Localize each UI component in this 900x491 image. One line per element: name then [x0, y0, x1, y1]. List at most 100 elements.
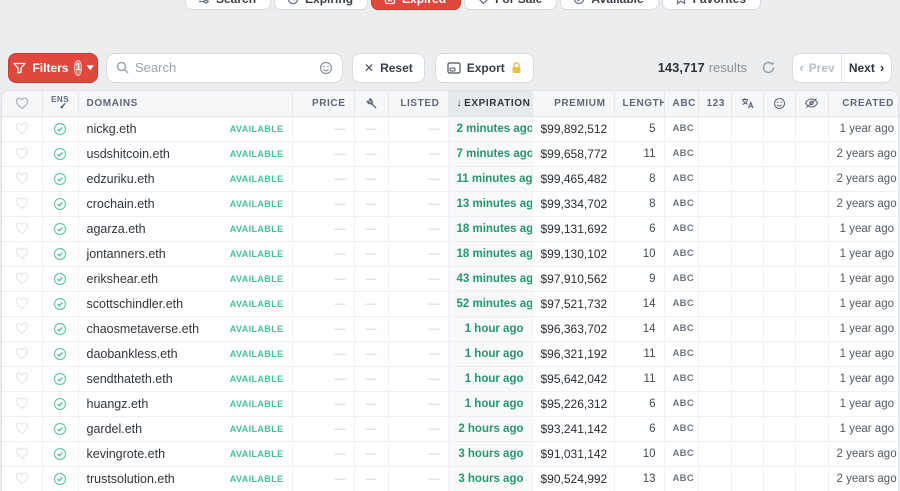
favorite-cell[interactable] [2, 141, 42, 166]
column-price[interactable]: PRICE [292, 91, 354, 116]
domain-cell[interactable]: agarza.eth AVAILABLE [78, 216, 292, 241]
tab-search[interactable]: Search [185, 0, 271, 10]
domain-cell[interactable]: nickg.eth AVAILABLE [78, 116, 292, 141]
column-abc[interactable]: ABC [664, 91, 698, 116]
table-row[interactable]: trustsolution.eth AVAILABLE — — — 3 hour… [2, 466, 899, 491]
domain-cell[interactable]: crochain.eth AVAILABLE [78, 191, 292, 216]
listed-cell: — [388, 466, 448, 491]
expiration-cell: 52 minutes ago [448, 291, 532, 316]
table-row[interactable]: erikshear.eth AVAILABLE — — — 43 minutes… [2, 266, 899, 291]
table-row[interactable]: chaosmetaverse.eth AVAILABLE — — — 1 hou… [2, 316, 899, 341]
domain-cell[interactable]: huangz.eth AVAILABLE [78, 391, 292, 416]
column-translate[interactable] [731, 91, 763, 116]
table-row[interactable]: usdshitcoin.eth AVAILABLE — — — 7 minute… [2, 141, 899, 166]
created-cell: 1 year ago [828, 391, 899, 416]
favorite-cell[interactable] [2, 341, 42, 366]
domain-name[interactable]: kevingrote.eth [87, 447, 166, 461]
table-row[interactable]: nickg.eth AVAILABLE — — — 2 minutes ago … [2, 116, 899, 141]
column-domains[interactable]: DOMAINS [78, 91, 292, 116]
favorite-cell[interactable] [2, 316, 42, 341]
favorite-cell[interactable] [2, 266, 42, 291]
favorite-cell[interactable] [2, 366, 42, 391]
domain-name[interactable]: huangz.eth [87, 397, 149, 411]
column-favorite[interactable] [2, 91, 42, 116]
domain-cell[interactable]: scottschindler.eth AVAILABLE [78, 291, 292, 316]
favorite-cell[interactable] [2, 216, 42, 241]
domain-cell[interactable]: jontanners.eth AVAILABLE [78, 241, 292, 266]
tab-available[interactable]: Available [560, 0, 658, 10]
tab-for-sale[interactable]: For Sale [464, 0, 557, 10]
domain-name[interactable]: usdshitcoin.eth [87, 147, 170, 161]
prev-button[interactable]: ‹ Prev [793, 54, 842, 82]
domain-name[interactable]: trustsolution.eth [87, 472, 175, 486]
domain-name[interactable]: erikshear.eth [87, 272, 159, 286]
table-row[interactable]: edzuriku.eth AVAILABLE — — — 11 minutes … [2, 166, 899, 191]
domain-name[interactable]: chaosmetaverse.eth [87, 322, 200, 336]
column-listed[interactable]: LISTED [388, 91, 448, 116]
favorite-cell[interactable] [2, 166, 42, 191]
domain-cell[interactable]: usdshitcoin.eth AVAILABLE [78, 141, 292, 166]
export-button[interactable]: Export [435, 53, 534, 83]
table-row[interactable]: gardel.eth AVAILABLE — — — 2 hours ago $… [2, 416, 899, 441]
column-expiration[interactable]: ↓EXPIRATION [448, 91, 532, 116]
price-cell: — [292, 166, 354, 191]
search-input[interactable] [135, 60, 313, 75]
domain-name[interactable]: agarza.eth [87, 222, 146, 236]
tab-favorites[interactable]: Favorites [662, 0, 761, 10]
table-row[interactable]: huangz.eth AVAILABLE — — — 1 hour ago $9… [2, 391, 899, 416]
emoji-picker-icon[interactable] [319, 61, 333, 75]
column-123[interactable]: 123 [698, 91, 731, 116]
filters-button[interactable]: Filters 1 ▾ [8, 53, 98, 83]
domain-cell[interactable]: erikshear.eth AVAILABLE [78, 266, 292, 291]
next-button[interactable]: Next › [842, 54, 891, 82]
column-auction[interactable] [354, 91, 388, 116]
domain-cell[interactable]: gardel.eth AVAILABLE [78, 416, 292, 441]
table-row[interactable]: scottschindler.eth AVAILABLE — — — 52 mi… [2, 291, 899, 316]
view-tabs: Search Expiring Expired For Sale Availab… [185, 0, 761, 10]
domain-name[interactable]: edzuriku.eth [87, 172, 155, 186]
heart-icon [10, 347, 34, 360]
favorite-cell[interactable] [2, 441, 42, 466]
domain-name[interactable]: nickg.eth [87, 122, 137, 136]
domain-cell[interactable]: sendthateth.eth AVAILABLE [78, 366, 292, 391]
favorite-cell[interactable] [2, 116, 42, 141]
table-row[interactable]: crochain.eth AVAILABLE — — — 13 minutes … [2, 191, 899, 216]
domain-name[interactable]: jontanners.eth [87, 247, 166, 261]
hidden-cell [795, 391, 828, 416]
column-length[interactable]: LENGTH [614, 91, 664, 116]
table-row[interactable]: jontanners.eth AVAILABLE — — — 18 minute… [2, 241, 899, 266]
ens-verified-cell [42, 266, 78, 291]
domain-name[interactable]: daobankless.eth [87, 347, 178, 361]
tab-expired[interactable]: Expired [371, 0, 461, 10]
domain-cell[interactable]: trustsolution.eth AVAILABLE [78, 466, 292, 491]
column-ens[interactable]: ENS ✓ [42, 91, 78, 116]
favorite-cell[interactable] [2, 291, 42, 316]
table-row[interactable]: sendthateth.eth AVAILABLE — — — 1 hour a… [2, 366, 899, 391]
favorite-cell[interactable] [2, 391, 42, 416]
favorite-cell[interactable] [2, 416, 42, 441]
domain-name[interactable]: gardel.eth [87, 422, 143, 436]
refresh-icon[interactable] [761, 60, 776, 75]
table-row[interactable]: agarza.eth AVAILABLE — — — 18 minutes ag… [2, 216, 899, 241]
reset-button[interactable]: ✕ Reset [352, 53, 425, 83]
tab-expiring[interactable]: Expiring [274, 0, 368, 10]
domain-cell[interactable]: chaosmetaverse.eth AVAILABLE [78, 316, 292, 341]
domain-name[interactable]: sendthateth.eth [87, 372, 173, 386]
column-created[interactable]: CREATED [828, 91, 899, 116]
table-row[interactable]: kevingrote.eth AVAILABLE — — — 3 hours a… [2, 441, 899, 466]
domain-name[interactable]: scottschindler.eth [87, 297, 184, 311]
length-cell: 11 [614, 141, 664, 166]
column-emoji[interactable] [763, 91, 795, 116]
favorite-cell[interactable] [2, 466, 42, 491]
column-premium[interactable]: PREMIUM [532, 91, 614, 116]
listed-cell: — [388, 191, 448, 216]
table-row[interactable]: daobankless.eth AVAILABLE — — — 1 hour a… [2, 341, 899, 366]
domain-cell[interactable]: kevingrote.eth AVAILABLE [78, 441, 292, 466]
domain-name[interactable]: crochain.eth [87, 197, 155, 211]
domain-cell[interactable]: daobankless.eth AVAILABLE [78, 341, 292, 366]
domain-cell[interactable]: edzuriku.eth AVAILABLE [78, 166, 292, 191]
column-hidden[interactable] [795, 91, 828, 116]
favorite-cell[interactable] [2, 241, 42, 266]
emoji-cell [763, 116, 795, 141]
favorite-cell[interactable] [2, 191, 42, 216]
